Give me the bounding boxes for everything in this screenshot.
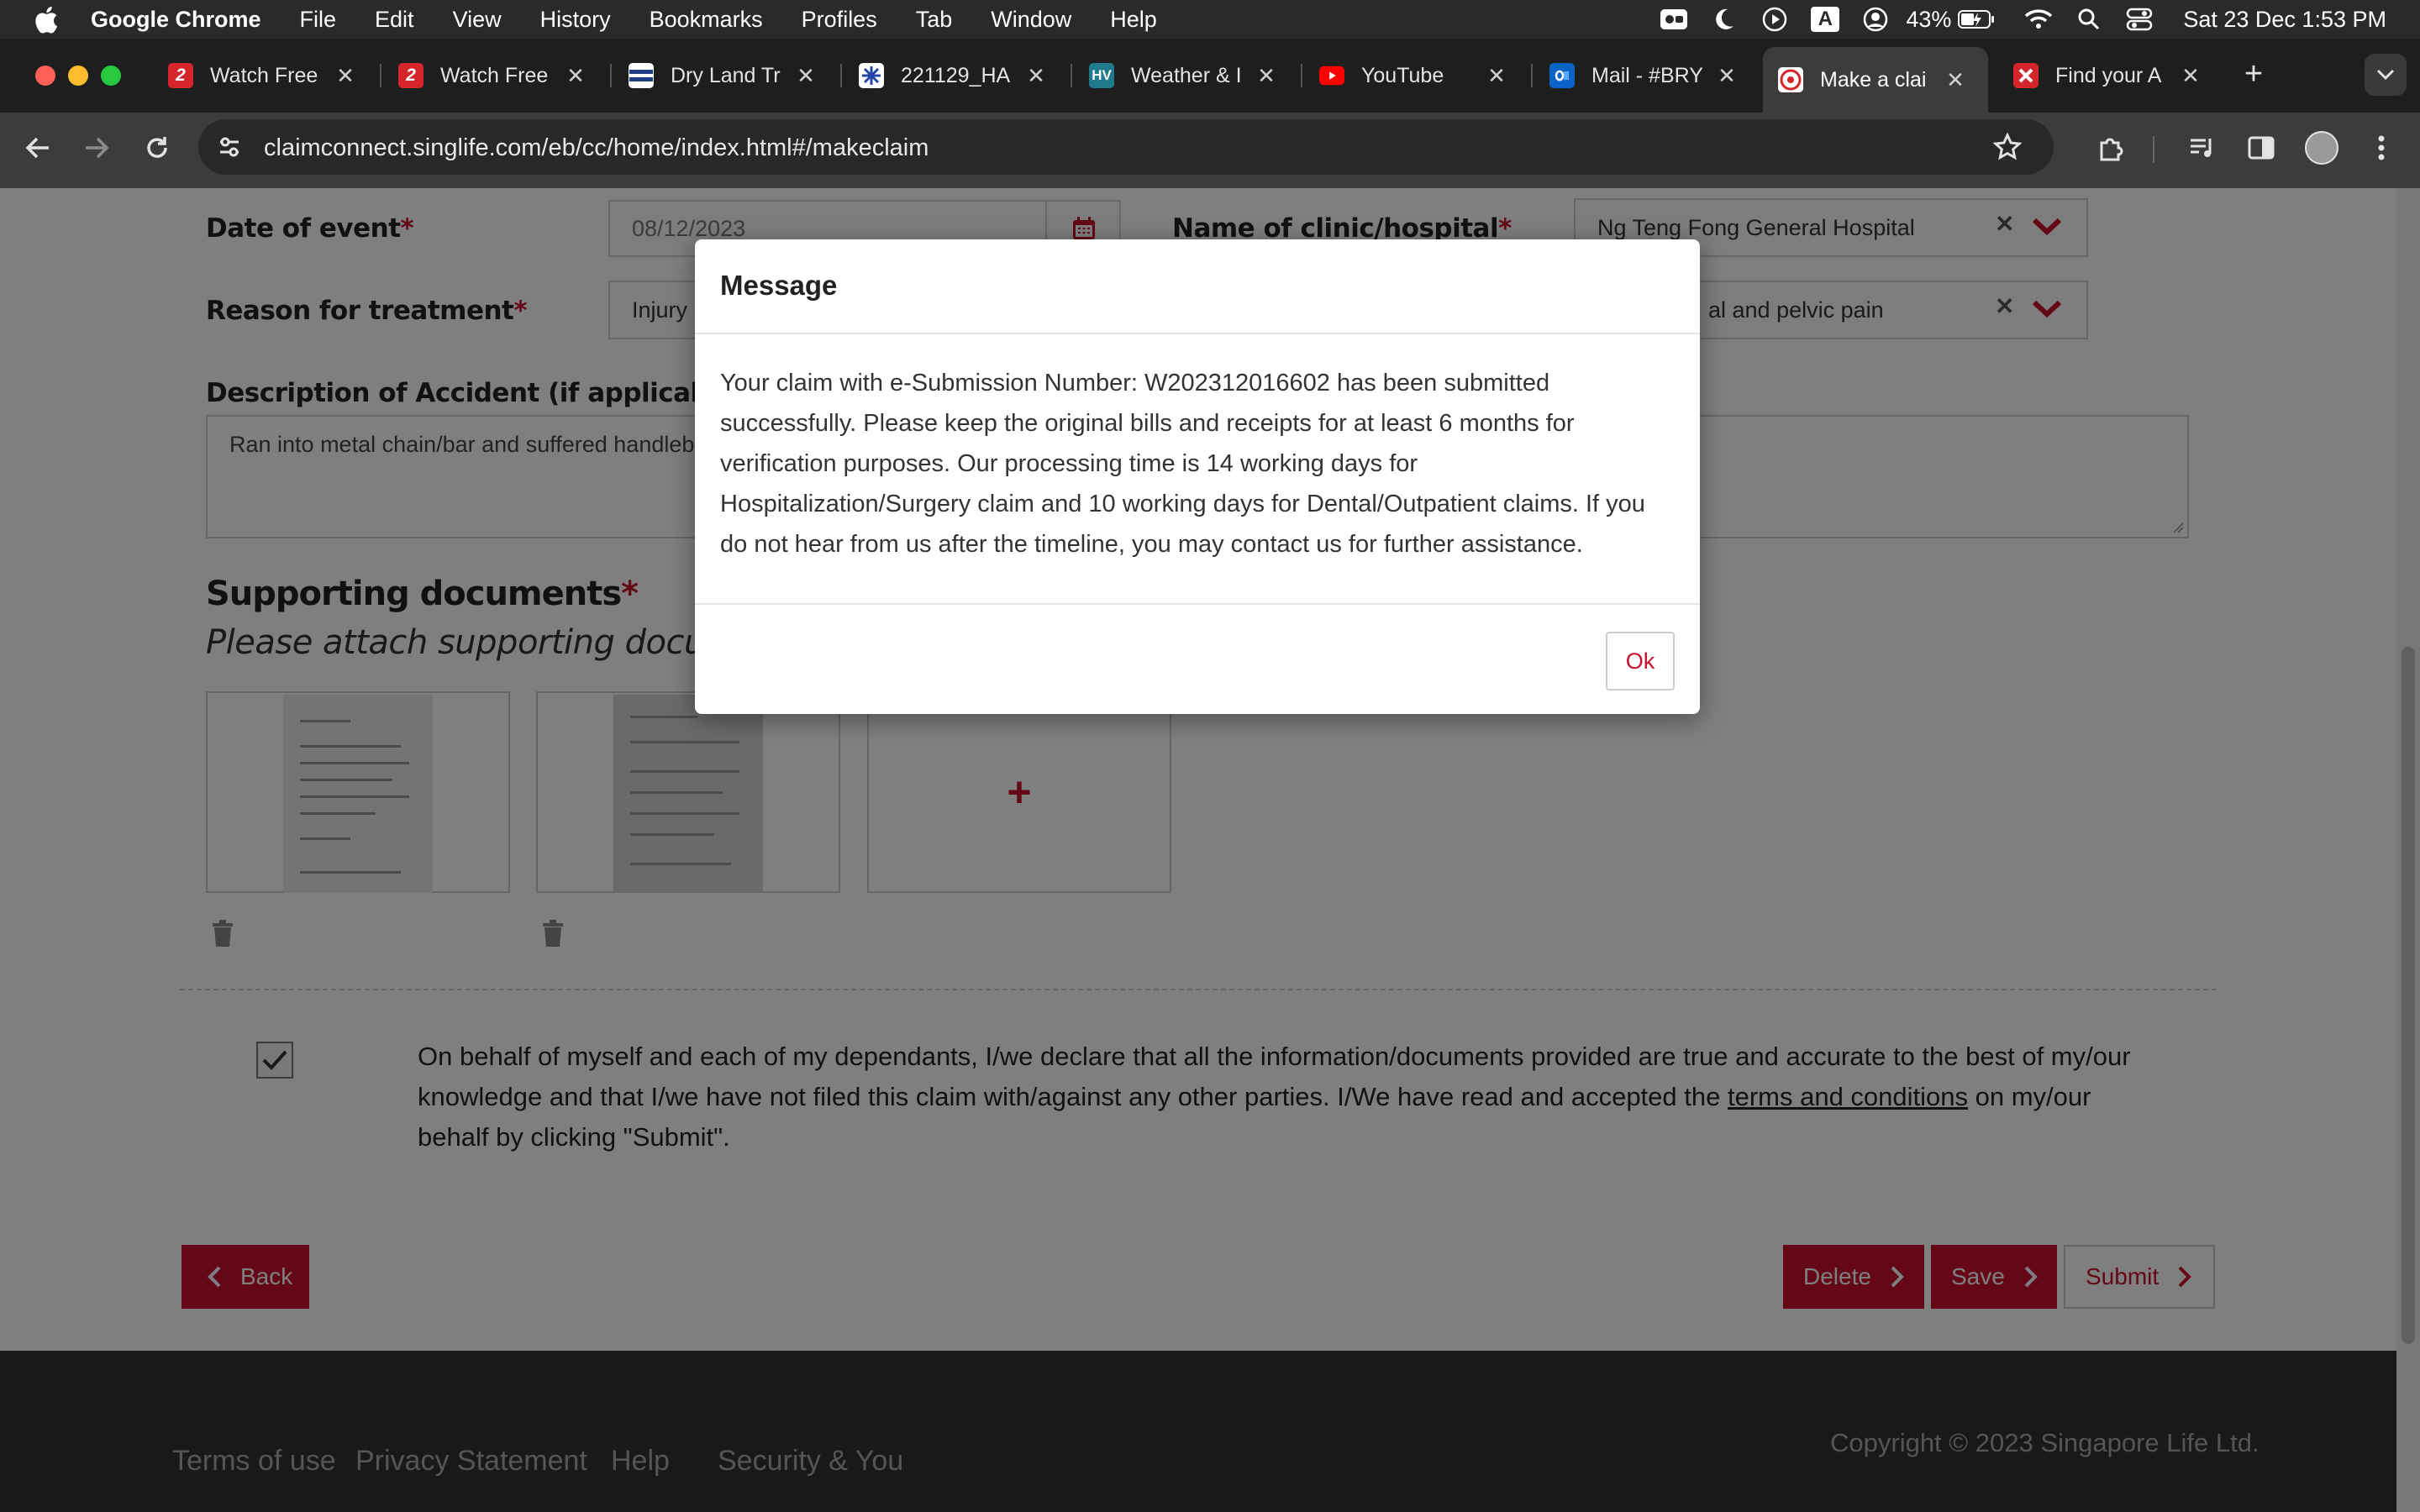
menu-edit[interactable]: Edit bbox=[375, 7, 414, 33]
apple-logo-icon[interactable] bbox=[34, 5, 59, 34]
tab-close-icon[interactable]: ✕ bbox=[1023, 63, 1049, 88]
tab-divider bbox=[1531, 64, 1533, 87]
chrome-menu-icon[interactable] bbox=[2363, 127, 2400, 169]
outlook-icon bbox=[1549, 63, 1575, 88]
profile-avatar[interactable] bbox=[2301, 127, 2343, 169]
tab-favicon-icon bbox=[2013, 63, 2039, 88]
back-arrow-icon[interactable] bbox=[17, 127, 59, 169]
address-url[interactable]: claimconnect.singlife.com/eb/cc/home/ind… bbox=[264, 134, 929, 162]
wifi-icon[interactable] bbox=[2020, 0, 2057, 39]
tab-search-button[interactable] bbox=[2365, 54, 2407, 96]
menu-view[interactable]: View bbox=[453, 7, 502, 33]
browser-tab-active[interactable]: Make a clai ✕ bbox=[1763, 47, 1988, 113]
menu-tab[interactable]: Tab bbox=[916, 7, 953, 33]
user-circle-icon[interactable] bbox=[1857, 0, 1894, 39]
tab-close-icon[interactable]: ✕ bbox=[793, 63, 818, 88]
window-minimize-button[interactable] bbox=[68, 66, 88, 86]
browser-tab[interactable]: 221129_HA ✕ bbox=[859, 54, 1049, 97]
youtube-icon bbox=[1319, 63, 1344, 88]
browser-tab[interactable]: Dry Land Tr ✕ bbox=[629, 54, 818, 97]
tab-title: Mail - #BRY bbox=[1591, 63, 1703, 87]
tab-title: YouTube bbox=[1361, 63, 1444, 87]
ok-button[interactable]: Ok bbox=[1606, 632, 1675, 690]
toolbar-divider bbox=[2153, 136, 2154, 163]
dialog-header: Message bbox=[695, 239, 1700, 334]
menu-bookmarks[interactable]: Bookmarks bbox=[650, 7, 763, 33]
tab-close-icon[interactable]: ✕ bbox=[1714, 63, 1739, 88]
address-bar[interactable]: claimconnect.singlife.com/eb/cc/home/ind… bbox=[198, 119, 2054, 175]
site-info-icon[interactable] bbox=[217, 134, 242, 164]
tab-title: Watch Free bbox=[440, 63, 549, 87]
menu-profiles[interactable]: Profiles bbox=[802, 7, 877, 33]
message-dialog: Message Your claim with e-Submission Num… bbox=[695, 239, 1700, 714]
tab-title: Make a clai bbox=[1820, 67, 1927, 92]
dialog-title: Message bbox=[720, 270, 838, 301]
input-source-icon[interactable]: A bbox=[1807, 0, 1844, 39]
play-circle-icon[interactable] bbox=[1756, 0, 1793, 39]
tab-favicon-icon bbox=[859, 63, 884, 88]
tab-close-icon[interactable]: ✕ bbox=[1943, 67, 1968, 92]
tab-close-icon[interactable]: ✕ bbox=[1484, 63, 1509, 88]
macos-menu-bar: Google Chrome File Edit View History Boo… bbox=[0, 0, 2420, 39]
tab-favicon-icon bbox=[629, 63, 654, 88]
browser-tab[interactable]: 2 Watch Free ✕ bbox=[168, 54, 358, 97]
control-center-icon[interactable] bbox=[2121, 0, 2158, 39]
forward-arrow-icon[interactable] bbox=[76, 127, 118, 169]
moon-icon[interactable] bbox=[1706, 0, 1743, 39]
browser-tab[interactable]: YouTube ✕ bbox=[1319, 54, 1509, 97]
menu-window[interactable]: Window bbox=[991, 7, 1071, 33]
screen-record-icon[interactable] bbox=[1655, 0, 1692, 39]
side-panel-icon[interactable] bbox=[2240, 127, 2282, 169]
tab-favicon-icon: 2 bbox=[168, 63, 193, 88]
tab-close-icon[interactable]: ✕ bbox=[333, 63, 358, 88]
tab-title: Dry Land Tr bbox=[671, 63, 781, 87]
tab-divider bbox=[1301, 64, 1302, 87]
new-tab-button[interactable]: + bbox=[2235, 55, 2272, 92]
tab-title: 221129_HA bbox=[901, 63, 1011, 87]
tab-favicon-icon: 2 bbox=[398, 63, 424, 88]
spotlight-search-icon[interactable] bbox=[2070, 0, 2107, 39]
tab-divider bbox=[840, 64, 842, 87]
tab-close-icon[interactable]: ✕ bbox=[1254, 63, 1279, 88]
media-control-icon[interactable] bbox=[2181, 127, 2223, 169]
tab-divider bbox=[380, 64, 381, 87]
browser-tab[interactable]: HV Weather & I ✕ bbox=[1089, 54, 1279, 97]
tab-title: Watch Free bbox=[210, 63, 318, 87]
tab-close-icon[interactable]: ✕ bbox=[2178, 63, 2203, 88]
tab-title: Find your A bbox=[2055, 63, 2162, 87]
tab-divider bbox=[610, 64, 612, 87]
browser-tab[interactable]: 2 Watch Free ✕ bbox=[398, 54, 588, 97]
reload-icon[interactable] bbox=[136, 127, 178, 169]
window-close-button[interactable] bbox=[35, 66, 55, 86]
menu-file[interactable]: File bbox=[300, 7, 337, 33]
singlife-favicon-icon bbox=[1778, 67, 1803, 92]
menu-history[interactable]: History bbox=[540, 7, 611, 33]
extensions-puzzle-icon[interactable] bbox=[2091, 127, 2133, 169]
browser-tab[interactable]: Mail - #BRY ✕ bbox=[1549, 54, 1739, 97]
window-zoom-button[interactable] bbox=[101, 66, 121, 86]
tab-title: Weather & I bbox=[1131, 63, 1242, 87]
browser-tab[interactable]: Find your A ✕ bbox=[2013, 54, 2203, 97]
menu-app-name[interactable]: Google Chrome bbox=[91, 7, 261, 33]
battery-percent: 43% bbox=[1906, 6, 1952, 32]
menubar-clock[interactable]: Sat 23 Dec 1:53 PM bbox=[2183, 7, 2386, 33]
tab-close-icon[interactable]: ✕ bbox=[563, 63, 588, 88]
dialog-message: Your claim with e-Submission Number: W20… bbox=[720, 370, 1645, 558]
menu-help[interactable]: Help bbox=[1110, 7, 1157, 33]
battery-icon[interactable] bbox=[1958, 0, 1995, 39]
dialog-body: Your claim with e-Submission Number: W20… bbox=[695, 334, 1700, 605]
tab-divider bbox=[1071, 64, 1072, 87]
bookmark-star-icon[interactable] bbox=[1992, 132, 2023, 165]
input-source-badge: A bbox=[1811, 7, 1840, 32]
tab-favicon-icon: HV bbox=[1089, 63, 1114, 88]
